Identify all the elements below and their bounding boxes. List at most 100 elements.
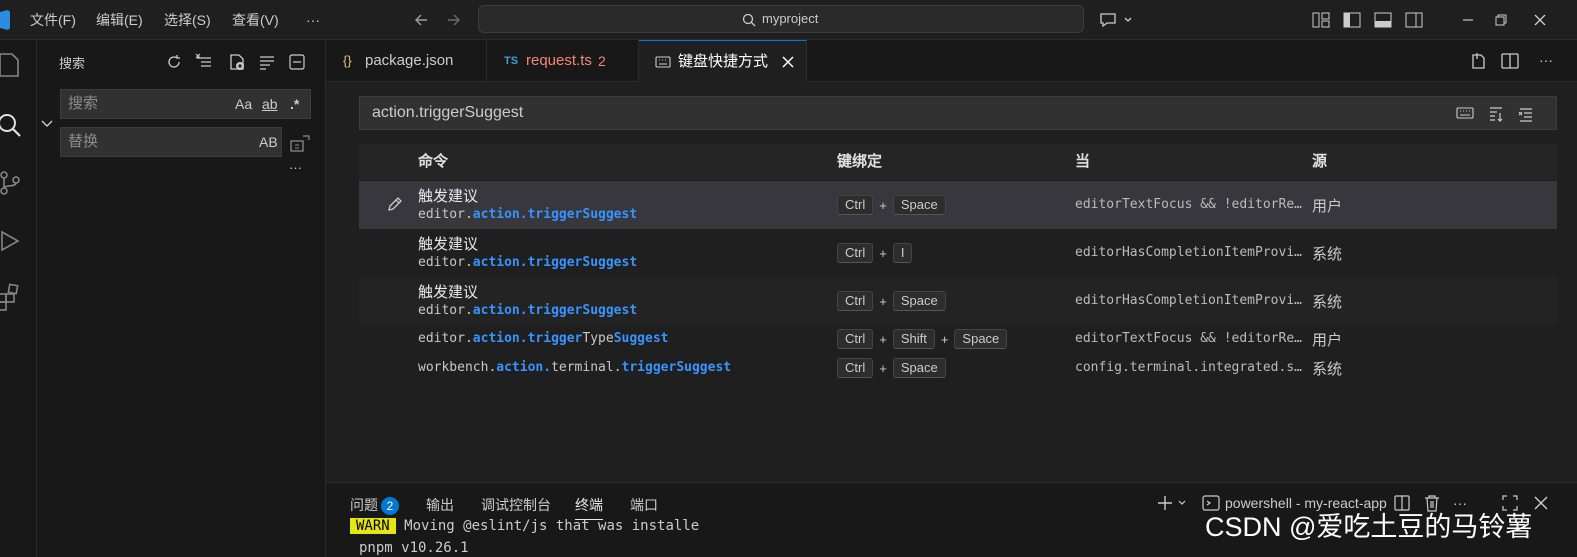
header-keybinding[interactable]: 键绑定: [837, 144, 882, 180]
match-case-toggle[interactable]: Aa: [235, 90, 252, 118]
tab-terminal[interactable]: 终端: [575, 495, 603, 520]
tab-label: request.ts: [526, 52, 592, 69]
command-center-search[interactable]: myproject: [478, 5, 1084, 33]
keybindings-table-header: 命令 键绑定 当 源: [359, 144, 1557, 180]
keybinding-keys: Ctrl + Space: [837, 195, 946, 215]
tab-debug-console[interactable]: 调试控制台: [481, 495, 551, 515]
split-editor-icon[interactable]: [1500, 51, 1520, 71]
toggle-panel-icon[interactable]: [1373, 10, 1393, 30]
preserve-case-toggle[interactable]: AB: [259, 128, 278, 156]
search-input[interactable]: 搜索 Aa ab .*: [60, 89, 311, 119]
open-json-icon[interactable]: [1468, 51, 1488, 71]
edit-keybinding-icon[interactable]: [386, 195, 404, 213]
match-word-toggle[interactable]: ab: [262, 90, 278, 118]
search-sidebar: 搜索 搜索 Aa ab .* 替换 AB ···: [37, 40, 326, 557]
menu-edit[interactable]: 编辑(E): [96, 0, 143, 40]
chevron-down-icon[interactable]: [40, 116, 54, 130]
back-arrow-icon[interactable]: [412, 10, 432, 30]
keybinding-keys: Ctrl + I: [837, 243, 913, 263]
explorer-icon[interactable]: [0, 50, 24, 80]
table-row[interactable]: 触发建议 editor.action.triggerSuggest Ctrl + S…: [359, 277, 1557, 325]
vscode-logo-icon: [0, 10, 10, 30]
source-label: 系统: [1312, 361, 1343, 378]
menu-file[interactable]: 文件(F): [30, 0, 76, 40]
replace-input[interactable]: 替换 AB: [60, 127, 282, 157]
view-as-tree-icon[interactable]: [287, 52, 307, 72]
header-when[interactable]: 当: [1075, 144, 1090, 180]
source-control-icon[interactable]: [0, 168, 24, 198]
minimize-icon[interactable]: [1458, 10, 1478, 30]
sidebar-title: 搜索: [59, 56, 86, 71]
typescript-file-icon: TS: [504, 55, 519, 67]
tab-problems[interactable]: 问题 2: [350, 495, 399, 515]
extensions-icon[interactable]: [0, 282, 24, 312]
more-actions-icon[interactable]: ···: [1539, 52, 1553, 68]
keybinding-keys: Ctrl + Space: [837, 358, 946, 378]
close-window-icon[interactable]: [1530, 10, 1550, 30]
tab-output[interactable]: 输出: [426, 495, 454, 515]
restore-icon[interactable]: [1491, 10, 1511, 30]
search-value: action.triggerSuggest: [372, 104, 524, 121]
menu-more[interactable]: ···: [306, 0, 320, 40]
command-id: editor.action.triggerTypeSuggest: [418, 331, 669, 346]
regex-toggle[interactable]: .*: [290, 90, 299, 118]
customize-layout-icon[interactable]: [1311, 10, 1331, 30]
when-clause: editorTextFocus && !editorRe…: [1075, 197, 1302, 212]
key-cap: Ctrl: [837, 291, 874, 311]
tab-request-ts[interactable]: TS request.ts 2: [487, 40, 639, 82]
source-label: 用户: [1312, 198, 1343, 215]
keyboard-shortcuts-editor: action.triggerSuggest 命令 键绑定 当 源 触发建议 ed…: [326, 82, 1577, 482]
command-id: editor.action.triggerSuggest: [418, 303, 638, 318]
search-view-icon[interactable]: [0, 110, 24, 140]
command-title: 触发建议: [418, 236, 479, 253]
command-title: 触发建议: [418, 284, 479, 301]
editor-tab-bar: {} package.json TS request.ts 2 键盘快捷方式 ·…: [326, 40, 1577, 82]
run-debug-icon[interactable]: [0, 226, 24, 256]
menu-view[interactable]: 查看(V): [232, 0, 279, 40]
clear-results-icon[interactable]: [194, 52, 214, 72]
collapse-all-icon[interactable]: [257, 52, 277, 72]
forward-arrow-icon[interactable]: [443, 10, 463, 30]
activity-bar: [0, 40, 37, 557]
key-cap: Space: [892, 358, 946, 378]
when-clause: editorHasCompletionItemProvi…: [1075, 293, 1302, 308]
tab-ports[interactable]: 端口: [630, 495, 658, 515]
copilot-chat-icon[interactable]: [1098, 10, 1134, 30]
table-row[interactable]: editor.action.triggerTypeSuggest Ctrl + Sh…: [359, 325, 1557, 354]
watermark: CSDN @爱吃土豆的马铃薯: [1205, 512, 1533, 542]
key-cap: Space: [892, 291, 946, 311]
close-tab-icon[interactable]: [781, 55, 795, 69]
header-source[interactable]: 源: [1312, 144, 1327, 180]
key-cap: Ctrl: [837, 243, 874, 263]
warn-tag: WARN: [350, 518, 396, 534]
keybindings-search-input[interactable]: action.triggerSuggest: [359, 96, 1557, 130]
source-label: 系统: [1312, 246, 1343, 263]
clear-search-icon[interactable]: [1517, 105, 1535, 123]
search-details-toggle[interactable]: ···: [289, 160, 302, 175]
source-label: 系统: [1312, 294, 1343, 311]
new-search-editor-icon[interactable]: [227, 52, 247, 72]
header-command[interactable]: 命令: [418, 144, 448, 180]
command-id: editor.action.triggerSuggest: [418, 207, 638, 222]
tab-package-json[interactable]: {} package.json: [326, 40, 487, 82]
record-keys-icon[interactable]: [1456, 105, 1474, 121]
table-row[interactable]: 触发建议 editor.action.triggerSuggest Ctrl + S…: [359, 181, 1557, 229]
key-cap: Ctrl: [837, 358, 874, 378]
table-row[interactable]: workbench.action.terminal.triggerSuggest…: [359, 354, 1557, 383]
command-id: editor.action.triggerSuggest: [418, 255, 638, 270]
toggle-secondary-sidebar-icon[interactable]: [1404, 10, 1424, 30]
tab-keyboard-shortcuts[interactable]: 键盘快捷方式: [639, 40, 807, 82]
sort-by-precedence-icon[interactable]: [1487, 105, 1505, 123]
replace-all-icon[interactable]: [289, 132, 311, 154]
replace-placeholder: 替换: [68, 133, 99, 150]
close-panel-icon[interactable]: [1532, 494, 1550, 512]
toggle-primary-sidebar-icon[interactable]: [1342, 10, 1362, 30]
refresh-icon[interactable]: [164, 52, 184, 72]
key-cap: Ctrl: [837, 195, 874, 215]
table-row[interactable]: 触发建议 editor.action.triggerSuggest Ctrl + I…: [359, 229, 1557, 277]
menu-selection[interactable]: 选择(S): [164, 0, 211, 40]
new-terminal-icon[interactable]: [1155, 493, 1191, 513]
command-id: workbench.action.terminal.triggerSuggest: [418, 360, 732, 375]
source-label: 用户: [1312, 332, 1343, 349]
key-cap: Ctrl: [837, 329, 874, 349]
